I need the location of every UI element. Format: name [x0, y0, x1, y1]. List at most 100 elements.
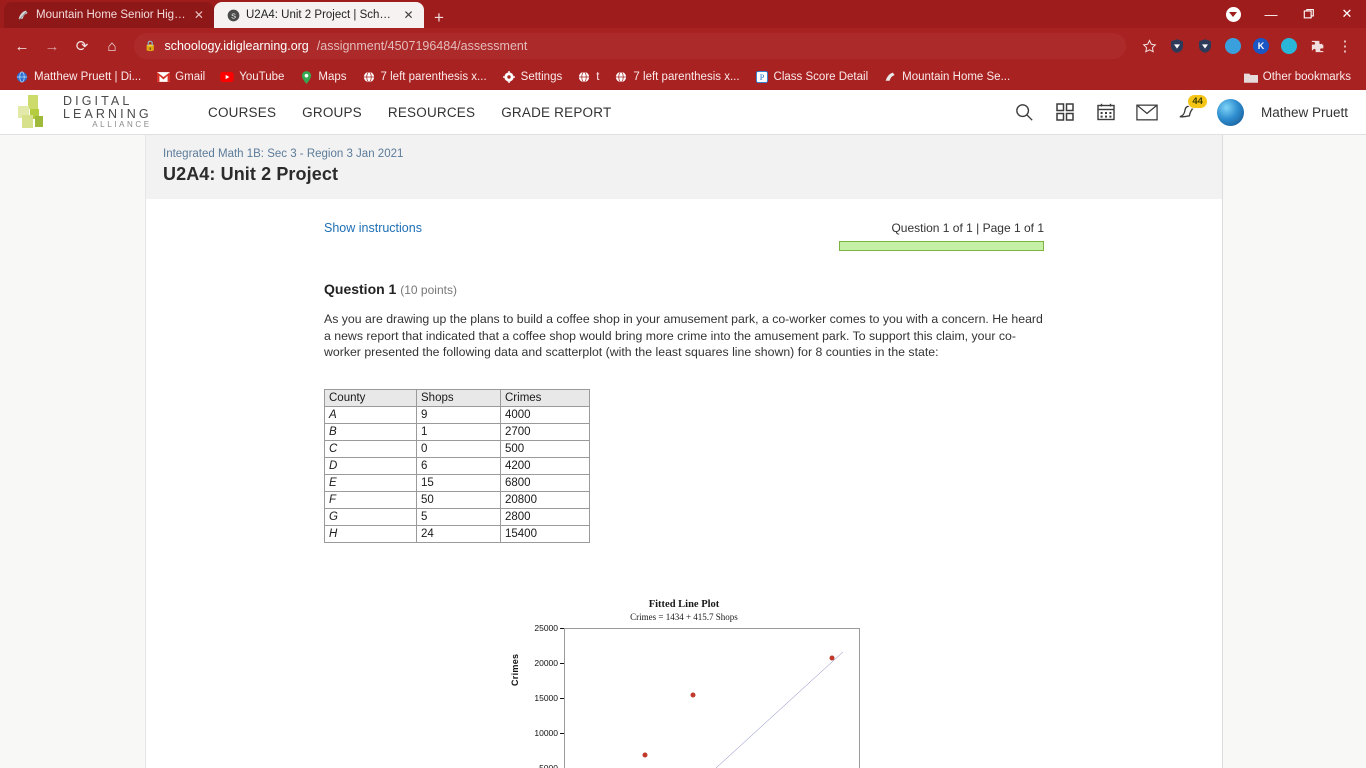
bookmark-item[interactable]: 7 left parenthesis x...	[355, 68, 494, 86]
browser-window: Mountain Home Senior High Sch... ✕ S U2A…	[0, 0, 1366, 768]
cell-shops: 1	[416, 422, 501, 441]
calendar-icon[interactable]	[1094, 100, 1118, 124]
bookmark-item[interactable]: t	[570, 68, 606, 86]
reload-icon[interactable]: ⟳	[68, 32, 96, 60]
content-card: Integrated Math 1B: Sec 3 - Region 3 Jan…	[145, 135, 1223, 768]
back-icon[interactable]: ←	[8, 32, 36, 60]
close-window-button[interactable]: ✕	[1328, 0, 1366, 28]
gear-icon	[502, 70, 516, 84]
assessment-container: Show instructions Question 1 of 1 | Page…	[146, 199, 1222, 768]
table-header-row: County Shops Crimes	[324, 388, 590, 407]
bookmark-item[interactable]: 7 left parenthesis x...	[607, 68, 746, 86]
chart-title: Fitted Line Plot	[648, 598, 720, 610]
new-tab-button[interactable]: +	[424, 9, 454, 28]
messages-envelope-icon[interactable]	[1135, 100, 1159, 124]
notifications-bell-icon[interactable]: 44	[1176, 94, 1208, 124]
cell-shops: 24	[416, 524, 501, 543]
bookmark-label: Maps	[318, 71, 347, 83]
cell-shops: 5	[416, 507, 501, 526]
bookmark-item[interactable]: Maps	[292, 68, 353, 86]
bookmark-item[interactable]: Gmail	[149, 68, 212, 86]
table-row: H 24 15400	[324, 524, 590, 543]
question-meta: Question 1 of 1 | Page 1 of 1	[891, 221, 1044, 235]
bookmark-star-icon[interactable]	[1136, 33, 1162, 59]
question-points: (10 points)	[400, 283, 457, 297]
browser-tab-1[interactable]: Mountain Home Senior High Sch... ✕	[4, 2, 214, 28]
question-progress-group: Question 1 of 1 | Page 1 of 1	[839, 221, 1044, 251]
browser-tab-2[interactable]: S U2A4: Unit 2 Project | Schoology ✕	[214, 2, 424, 28]
column-header-shops: Shops	[416, 388, 501, 407]
bookmark-label: t	[596, 71, 600, 83]
bookmark-item[interactable]: Matthew Pruett | Di...	[8, 68, 148, 86]
address-bar[interactable]: 🔒 schoology.idiglearning.org/assignment/…	[134, 33, 1126, 59]
question-label: Question 1	[324, 281, 397, 297]
close-icon[interactable]: ✕	[403, 8, 414, 22]
cell-shops: 6	[416, 456, 501, 475]
globe-icon	[362, 70, 376, 84]
show-instructions-link[interactable]: Show instructions	[324, 221, 422, 235]
forward-icon[interactable]: →	[38, 32, 66, 60]
nav-item-resources[interactable]: RESOURCES	[388, 105, 475, 120]
globe-icon	[577, 70, 591, 84]
nav-item-groups[interactable]: GROUPS	[302, 105, 362, 120]
table-body: A 9 4000 B 1 2700 C 0 500 D 6 4200 E 15 6800 F 50 20…	[324, 405, 590, 543]
teal-circle-extension-icon[interactable]	[1276, 33, 1302, 59]
bookmark-label: 7 left parenthesis x...	[633, 71, 740, 83]
cell-county: H	[324, 524, 417, 543]
shield-extension-icon[interactable]	[1164, 33, 1190, 59]
kami-letter: K	[1253, 38, 1269, 54]
page-header-zone: Integrated Math 1B: Sec 3 - Region 3 Jan…	[146, 135, 1222, 199]
cell-crimes: 15400	[500, 524, 590, 543]
globe-icon	[15, 70, 29, 84]
profile-badge-icon[interactable]	[1214, 0, 1252, 28]
breadcrumb[interactable]: Integrated Math 1B: Sec 3 - Region 3 Jan…	[163, 148, 1222, 160]
bookmark-item[interactable]: YouTube	[213, 68, 291, 86]
logo-line-3: ALLIANCE	[92, 119, 152, 129]
home-icon[interactable]: ⌂	[98, 32, 126, 60]
bookmark-item[interactable]: Settings	[495, 68, 570, 86]
blue-circle-extension-icon[interactable]	[1220, 33, 1246, 59]
nav-item-grade-report[interactable]: GRADE REPORT	[501, 105, 611, 120]
site-logo[interactable]: DIGITAL LEARNING ALLIANCE	[18, 94, 178, 130]
logo-wordmark: DIGITAL LEARNING ALLIANCE	[63, 94, 152, 130]
dla-logo-icon	[18, 94, 56, 130]
bookmarks-bar: Matthew Pruett | Di... Gmail YouTube Map…	[0, 64, 1366, 90]
search-icon[interactable]	[1012, 100, 1036, 124]
bookmark-item[interactable]: P Class Score Detail	[748, 68, 876, 86]
eagle-icon	[16, 8, 30, 22]
table-row: D 6 4200	[324, 456, 590, 475]
cell-crimes: 6800	[500, 473, 590, 492]
nav-item-courses[interactable]: COURSES	[208, 105, 276, 120]
fitted-line-plot: Fitted Line Plot Crimes = 1434 + 415.7 S…	[508, 599, 860, 768]
header-actions: 44 Mathew Pruett	[1012, 94, 1348, 126]
maps-pin-icon	[299, 70, 313, 84]
user-name[interactable]: Mathew Pruett	[1261, 105, 1348, 120]
notification-badge: 44	[1187, 94, 1208, 109]
table-row: E 15 6800	[324, 473, 590, 492]
grid-apps-icon[interactable]	[1053, 100, 1077, 124]
cell-county: B	[324, 422, 417, 441]
svg-text:P: P	[759, 73, 764, 82]
close-icon[interactable]: ✕	[194, 8, 204, 22]
bookmark-item[interactable]: Mountain Home Se...	[876, 68, 1017, 86]
puzzle-extensions-icon[interactable]	[1304, 33, 1330, 59]
youtube-icon	[220, 70, 234, 84]
table-row: A 9 4000	[324, 405, 590, 424]
shield2-extension-icon[interactable]	[1192, 33, 1218, 59]
kami-extension-icon[interactable]: K	[1248, 33, 1274, 59]
browser-menu-icon[interactable]: ⋮	[1332, 33, 1358, 59]
other-bookmarks-button[interactable]: Other bookmarks	[1237, 68, 1358, 86]
cell-crimes: 4200	[500, 456, 590, 475]
avatar[interactable]	[1216, 98, 1244, 126]
y-tick-label: 20000	[534, 657, 564, 668]
maximize-window-button[interactable]	[1290, 0, 1328, 28]
y-tick-label: 5000	[539, 763, 564, 768]
browser-toolbar: ← → ⟳ ⌂ 🔒 schoology.idiglearning.org/ass…	[0, 28, 1366, 64]
globe-icon	[614, 70, 628, 84]
y-tick-label: 10000	[534, 727, 564, 738]
y-tick-label: 25000	[534, 622, 564, 633]
site-header: DIGITAL LEARNING ALLIANCE COURSES GROUPS…	[0, 90, 1366, 135]
cell-shops: 15	[416, 473, 501, 492]
minimize-window-button[interactable]: —	[1252, 0, 1290, 28]
cell-crimes: 4000	[500, 405, 590, 424]
